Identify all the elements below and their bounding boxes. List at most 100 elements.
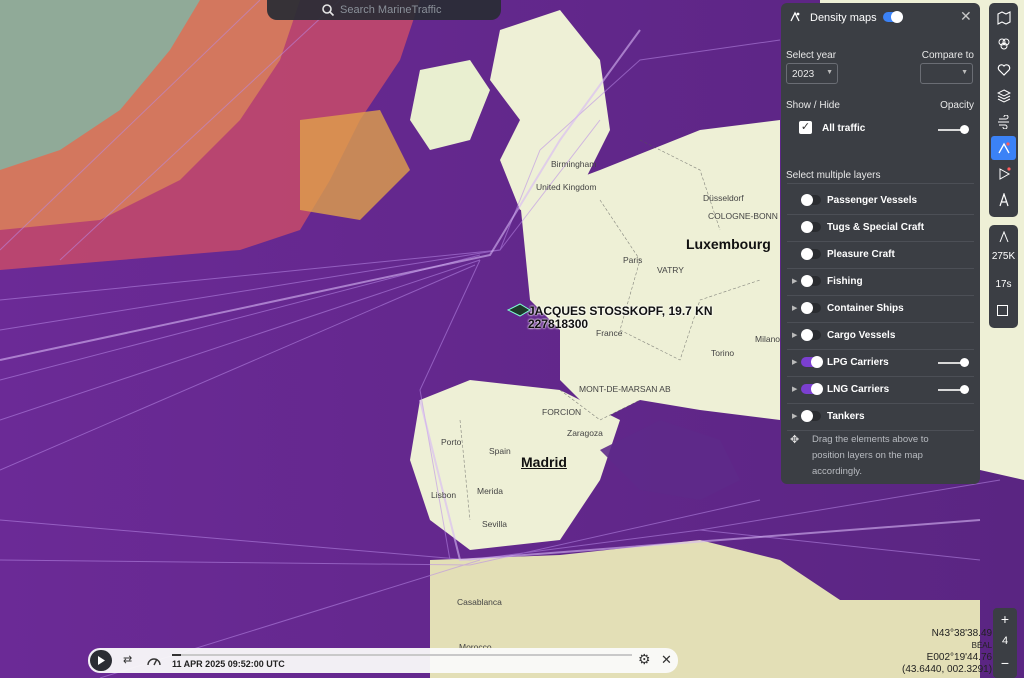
layer-label: LPG Carriers <box>827 357 889 368</box>
density-toolbar-icon[interactable] <box>991 136 1016 160</box>
place-milano: Milano <box>755 334 781 344</box>
drag-hint: Drag the elements above to position laye… <box>812 434 929 477</box>
zoom-level: 4 <box>1001 635 1009 647</box>
layer-opacity-slider[interactable] <box>938 358 969 367</box>
place-madrid: Madrid <box>521 454 567 470</box>
heart-icon[interactable] <box>991 58 1016 82</box>
compare-select[interactable]: ▼ <box>920 63 973 84</box>
chevron-down-icon: ▼ <box>826 69 833 76</box>
layer-toggle[interactable] <box>801 383 823 395</box>
layer-row[interactable]: Passenger Vessels <box>781 187 980 214</box>
layer-label: LNG Carriers <box>827 384 890 395</box>
place-united-kingdom: United Kingdom <box>536 182 597 192</box>
chevron-right-icon[interactable]: ▶ <box>792 358 797 366</box>
layer-row[interactable]: ▶ Fishing <box>781 268 980 295</box>
zoom-in-button[interactable]: + <box>993 608 1017 630</box>
layer-row[interactable]: Pleasure Craft <box>781 241 980 268</box>
coord-lon: E002°19'44.76 <box>926 652 993 663</box>
place-paris: Paris <box>623 255 643 265</box>
timestamp: 11 APR 2025 09:52:00 UTC <box>172 659 285 669</box>
cursor-coordinates: N43°38'38.49 BÉAL E002°19'44.76 (43.6440… <box>902 628 992 676</box>
place-dusseldorf: Düsseldorf <box>703 193 744 203</box>
layer-row[interactable]: ▶ Tankers <box>781 403 980 430</box>
fullscreen-icon[interactable] <box>997 305 1008 316</box>
layer-toggle[interactable] <box>801 221 821 233</box>
panel-title: Density maps <box>810 12 877 24</box>
close-playback-icon[interactable]: ✕ <box>661 652 672 668</box>
layer-row[interactable]: ▶ LPG Carriers <box>781 349 980 376</box>
chevron-right-icon[interactable]: ▶ <box>792 304 797 312</box>
year-select[interactable]: 2023 ▼ <box>786 63 838 84</box>
place-birmingham: Birmingham <box>551 159 597 169</box>
layer-label: Cargo Vessels <box>827 330 896 341</box>
layer-label: Container Ships <box>827 303 904 314</box>
refresh-interval[interactable]: 17s <box>989 279 1018 290</box>
place-vatry: VATRY <box>657 265 684 275</box>
vessel-label[interactable]: JACQUES STOSSKOPF, 19.7 KN 227818300 <box>528 305 713 331</box>
play-button[interactable] <box>90 650 112 671</box>
search-bar[interactable]: Search MarineTraffic <box>267 0 501 20</box>
place-porto: Porto <box>441 437 462 447</box>
show-hide-label: Show / Hide <box>786 100 840 111</box>
coord-decimal: (43.6440, 002.3291) <box>902 664 993 675</box>
route-alt-icon[interactable] <box>989 230 1018 246</box>
all-traffic-opacity-slider[interactable] <box>938 125 969 134</box>
place-zaragoza: Zaragoza <box>567 428 603 438</box>
place-spain: Spain <box>489 446 511 456</box>
place-forcion: FORCION <box>542 407 582 417</box>
swap-icon[interactable]: ⇄ <box>123 653 132 666</box>
chevron-right-icon[interactable]: ▶ <box>792 277 797 285</box>
place-torino: Torino <box>711 348 735 358</box>
place-sevilla: Sevilla <box>482 519 508 529</box>
gear-icon[interactable]: ⚙ <box>638 651 651 668</box>
layer-row[interactable]: ▶ LNG Carriers <box>781 376 980 403</box>
chevron-right-icon[interactable]: ▶ <box>792 385 797 393</box>
place-luxembourg: Luxembourg <box>686 236 771 252</box>
layers-icon[interactable] <box>991 84 1016 108</box>
density-toggle[interactable] <box>883 11 903 23</box>
layer-toggle[interactable] <box>801 194 821 206</box>
layer-toggle[interactable] <box>801 302 821 314</box>
layer-row[interactable]: ▶ Cargo Vessels <box>781 322 980 349</box>
layer-toggle[interactable] <box>801 356 823 368</box>
layer-label: Pleasure Craft <box>827 249 895 260</box>
speed-icon[interactable] <box>146 653 162 667</box>
density-maps-panel: Density maps ✕ Select year Compare to 20… <box>781 3 980 484</box>
layer-toggle[interactable] <box>801 410 821 422</box>
layer-opacity-slider[interactable] <box>938 385 969 394</box>
timeline-track[interactable] <box>172 654 632 656</box>
layer-toggle[interactable] <box>801 275 821 287</box>
layer-toggle[interactable] <box>801 248 821 260</box>
coord-lat: N43°38'38.49 <box>931 628 993 639</box>
right-toolbar <box>989 3 1018 217</box>
timeline-progress <box>172 654 182 656</box>
layer-row[interactable]: ▶ Container Ships <box>781 295 980 322</box>
place-mont-de-marsan: MONT-DE-MARSAN AB <box>579 384 671 394</box>
all-traffic-checkbox[interactable]: ✓ <box>799 121 812 134</box>
layer-label: Passenger Vessels <box>827 195 918 206</box>
vessel-count: 275K <box>991 251 1016 262</box>
coord-extra: BÉAL <box>971 641 993 650</box>
zoom-control: + 4 − <box>993 608 1017 678</box>
layer-toggle[interactable] <box>801 329 821 341</box>
filter-icon[interactable] <box>991 32 1016 56</box>
search-icon <box>322 4 335 17</box>
layer-label: Tugs & Special Craft <box>827 222 925 233</box>
close-icon[interactable]: ✕ <box>960 8 972 25</box>
chevron-right-icon[interactable]: ▶ <box>792 331 797 339</box>
place-casablanca: Casablanca <box>457 597 502 607</box>
opacity-label: Opacity <box>940 100 974 111</box>
weather-icon[interactable] <box>991 110 1016 134</box>
all-traffic-label: All traffic <box>822 123 866 134</box>
search-input[interactable]: Search MarineTraffic <box>340 4 441 16</box>
route-icon[interactable] <box>991 188 1016 212</box>
zoom-out-button[interactable]: − <box>993 652 1017 674</box>
chevron-down-icon: ▼ <box>961 69 968 76</box>
play-track-icon[interactable] <box>991 162 1016 186</box>
status-toolbar: 275K 17s <box>989 225 1018 328</box>
map-icon[interactable] <box>991 6 1016 30</box>
compare-to-label: Compare to <box>921 50 974 61</box>
chevron-right-icon[interactable]: ▶ <box>792 412 797 420</box>
layer-row[interactable]: Tugs & Special Craft <box>781 214 980 241</box>
layer-label: Tankers <box>827 411 865 422</box>
